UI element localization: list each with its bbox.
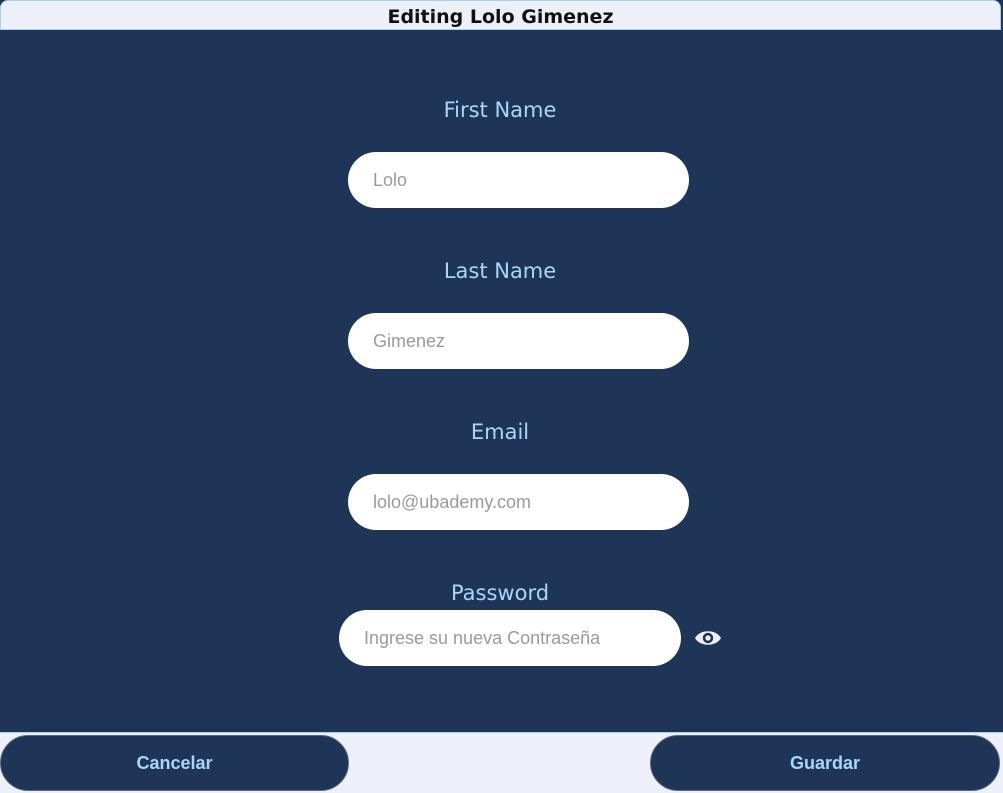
first-name-input[interactable] bbox=[348, 152, 689, 208]
title-bar: Editing Lolo Gimenez bbox=[0, 0, 1001, 30]
save-button[interactable]: Guardar bbox=[650, 735, 1000, 791]
first-name-label: First Name bbox=[443, 98, 557, 122]
password-input[interactable] bbox=[339, 610, 681, 666]
email-label: Email bbox=[470, 420, 530, 444]
password-label: Password bbox=[450, 581, 550, 605]
last-name-label: Last Name bbox=[443, 259, 557, 283]
eye-icon-graphic bbox=[695, 631, 721, 645]
cancel-button[interactable]: Cancelar bbox=[0, 735, 349, 791]
footer-bar: Cancelar Guardar bbox=[0, 732, 1003, 793]
eye-icon[interactable] bbox=[692, 624, 724, 652]
window-title: Editing Lolo Gimenez bbox=[387, 6, 614, 28]
edit-user-window: Editing Lolo Gimenez First Name Last Nam… bbox=[0, 0, 1003, 793]
email-input[interactable] bbox=[348, 474, 689, 530]
last-name-input[interactable] bbox=[348, 313, 689, 369]
scrollbar[interactable] bbox=[999, 31, 1003, 731]
